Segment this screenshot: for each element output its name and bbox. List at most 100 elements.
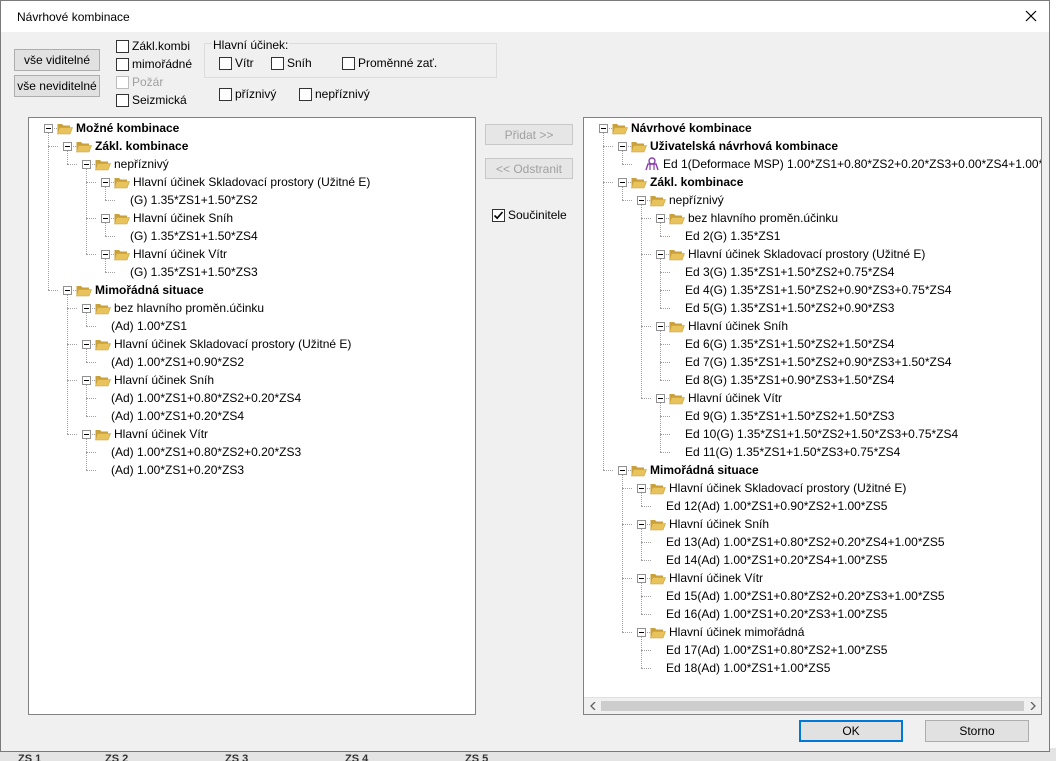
mimoradne-checkbox[interactable]: mimořádné xyxy=(116,57,192,71)
checkbox-box[interactable] xyxy=(492,208,505,222)
checkbox-box[interactable] xyxy=(116,39,129,53)
remove-button[interactable]: << Odstranit xyxy=(485,158,573,179)
tree-combination-node[interactable]: Ed 1(Deformace MSP) 1.00*ZS1+0.80*ZS2+0.… xyxy=(644,155,1041,173)
tree-folder-node[interactable]: Návrhové kombinace xyxy=(612,119,752,137)
priznivy-checkbox[interactable]: příznivý xyxy=(219,87,276,101)
soucinitele-checkbox[interactable]: Součinitele xyxy=(492,208,567,222)
tree-combination-node[interactable]: (Ad) 1.00*ZS1+0.80*ZS2+0.20*ZS3 xyxy=(108,443,301,461)
tree-collapse-icon[interactable] xyxy=(82,376,91,385)
checkbox-box[interactable] xyxy=(219,87,232,101)
horizontal-scrollbar[interactable] xyxy=(584,697,1041,714)
tree-collapse-icon[interactable] xyxy=(656,394,665,403)
tree-folder-node[interactable]: Hlavní účinek Sníh xyxy=(650,515,769,533)
cancel-button[interactable]: Storno xyxy=(925,720,1029,742)
tree-folder-node[interactable]: Hlavní účinek mimořádná xyxy=(650,623,804,641)
checkbox-box[interactable] xyxy=(116,93,129,107)
tree-folder-node[interactable]: Hlavní účinek Sníh xyxy=(669,317,788,335)
tree-combination-node[interactable]: Ed 12(Ad) 1.00*ZS1+0.90*ZS2+1.00*ZS5 xyxy=(663,497,887,515)
tree-collapse-icon[interactable] xyxy=(82,340,91,349)
vitr-checkbox[interactable]: Vítr xyxy=(219,56,254,70)
tree-collapse-icon[interactable] xyxy=(101,178,110,187)
tree-collapse-icon[interactable] xyxy=(637,520,646,529)
tree-combination-node[interactable]: (G) 1.35*ZS1+1.50*ZS3 xyxy=(127,263,258,281)
tree-collapse-icon[interactable] xyxy=(618,178,627,187)
hide-all-button[interactable]: vše neviditelné xyxy=(14,75,100,97)
tree-combination-node[interactable]: (Ad) 1.00*ZS1 xyxy=(108,317,187,335)
tree-folder-node[interactable]: Hlavní účinek Skladovací prostory (Užitn… xyxy=(669,245,925,263)
zakl-kombi-checkbox[interactable]: Zákl.kombi xyxy=(116,39,190,53)
tree-folder-node[interactable]: Hlavní účinek Vítr xyxy=(669,389,782,407)
tree-folder-node[interactable]: nepříznivý xyxy=(650,191,724,209)
tree-combination-node[interactable]: Ed 15(Ad) 1.00*ZS1+0.80*ZS2+0.20*ZS3+1.0… xyxy=(663,587,945,605)
promenne-checkbox[interactable]: Proměnné zať. xyxy=(342,56,437,70)
tree-folder-node[interactable]: Hlavní účinek Vítr xyxy=(114,245,227,263)
tree-collapse-icon[interactable] xyxy=(656,214,665,223)
tree-collapse-icon[interactable] xyxy=(101,214,110,223)
tree-combination-node[interactable]: (Ad) 1.00*ZS1+0.80*ZS2+0.20*ZS4 xyxy=(108,389,301,407)
tree-folder-node[interactable]: Uživatelská návrhová kombinace xyxy=(631,137,838,155)
tree-combination-node[interactable]: (G) 1.35*ZS1+1.50*ZS4 xyxy=(127,227,258,245)
tree-collapse-icon[interactable] xyxy=(637,196,646,205)
tree-combination-node[interactable]: (Ad) 1.00*ZS1+0.90*ZS2 xyxy=(108,353,244,371)
tree-collapse-icon[interactable] xyxy=(63,286,72,295)
add-button[interactable]: Přidat >> xyxy=(485,124,573,145)
tree-collapse-icon[interactable] xyxy=(82,430,91,439)
tree-folder-node[interactable]: Hlavní účinek Sníh xyxy=(114,209,233,227)
tree-collapse-icon[interactable] xyxy=(44,124,53,133)
tree-combination-node[interactable]: Ed 5(G) 1.35*ZS1+1.50*ZS2+0.90*ZS3 xyxy=(682,299,894,317)
tree-collapse-icon[interactable] xyxy=(618,142,627,151)
tree-combination-node[interactable]: Ed 14(Ad) 1.00*ZS1+0.20*ZS4+1.00*ZS5 xyxy=(663,551,887,569)
tree-combination-node[interactable]: Ed 6(G) 1.35*ZS1+1.50*ZS2+1.50*ZS4 xyxy=(682,335,894,353)
tree-combination-node[interactable]: Ed 4(G) 1.35*ZS1+1.50*ZS2+0.90*ZS3+0.75*… xyxy=(682,281,952,299)
nepriznivy-checkbox[interactable]: nepříznivý xyxy=(299,87,370,101)
scrollbar-thumb[interactable] xyxy=(601,701,1024,711)
possible-combinations-tree[interactable]: Možné kombinace Zákl. kombinace nepřízni… xyxy=(28,117,476,715)
scroll-right-icon[interactable] xyxy=(1024,698,1041,714)
scroll-left-icon[interactable] xyxy=(584,698,601,714)
tree-combination-node[interactable]: Ed 16(Ad) 1.00*ZS1+0.20*ZS3+1.00*ZS5 xyxy=(663,605,887,623)
tree-combination-node[interactable]: Ed 10(G) 1.35*ZS1+1.50*ZS2+1.50*ZS3+0.75… xyxy=(682,425,958,443)
tree-collapse-icon[interactable] xyxy=(599,124,608,133)
checkbox-box[interactable] xyxy=(219,56,232,70)
tree-folder-node[interactable]: bez hlavního proměn.účinku xyxy=(669,209,838,227)
tree-collapse-icon[interactable] xyxy=(656,322,665,331)
snih-checkbox[interactable]: Sníh xyxy=(271,56,312,70)
checkbox-box[interactable] xyxy=(116,57,129,71)
tree-folder-node[interactable]: Zákl. kombinace xyxy=(631,173,743,191)
tree-collapse-icon[interactable] xyxy=(101,250,110,259)
tree-folder-node[interactable]: Mimořádná situace xyxy=(76,281,204,299)
tree-combination-node[interactable]: Ed 2(G) 1.35*ZS1 xyxy=(682,227,780,245)
tree-combination-node[interactable]: Ed 17(Ad) 1.00*ZS1+0.80*ZS2+1.00*ZS5 xyxy=(663,641,887,659)
tree-combination-node[interactable]: Ed 7(G) 1.35*ZS1+1.50*ZS2+0.90*ZS3+1.50*… xyxy=(682,353,952,371)
tree-combination-node[interactable]: (Ad) 1.00*ZS1+0.20*ZS3 xyxy=(108,461,244,479)
design-combinations-tree[interactable]: Návrhové kombinace Uživatelská návrhová … xyxy=(583,117,1042,715)
tree-collapse-icon[interactable] xyxy=(637,574,646,583)
tree-combination-node[interactable]: Ed 9(G) 1.35*ZS1+1.50*ZS2+1.50*ZS3 xyxy=(682,407,894,425)
tree-collapse-icon[interactable] xyxy=(656,250,665,259)
tree-folder-node[interactable]: nepříznivý xyxy=(95,155,169,173)
seizmicka-checkbox[interactable]: Seizmická xyxy=(116,93,187,107)
tree-folder-node[interactable]: Hlavní účinek Sníh xyxy=(95,371,214,389)
tree-collapse-icon[interactable] xyxy=(637,628,646,637)
tree-folder-node[interactable]: Možné kombinace xyxy=(57,119,179,137)
tree-combination-node[interactable]: Ed 3(G) 1.35*ZS1+1.50*ZS2+0.75*ZS4 xyxy=(682,263,894,281)
tree-combination-node[interactable]: Ed 18(Ad) 1.00*ZS1+1.00*ZS5 xyxy=(663,659,830,677)
tree-folder-node[interactable]: Hlavní účinek Vítr xyxy=(95,425,208,443)
tree-collapse-icon[interactable] xyxy=(82,304,91,313)
close-button[interactable] xyxy=(1019,5,1043,27)
tree-collapse-icon[interactable] xyxy=(618,466,627,475)
tree-folder-node[interactable]: Hlavní účinek Skladovací prostory (Užitn… xyxy=(650,479,906,497)
tree-combination-node[interactable]: Ed 8(G) 1.35*ZS1+0.90*ZS3+1.50*ZS4 xyxy=(682,371,894,389)
checkbox-box[interactable] xyxy=(299,87,312,101)
tree-collapse-icon[interactable] xyxy=(63,142,72,151)
tree-combination-node[interactable]: Ed 11(G) 1.35*ZS1+1.50*ZS3+0.75*ZS4 xyxy=(682,443,900,461)
tree-folder-node[interactable]: Mimořádná situace xyxy=(631,461,759,479)
tree-collapse-icon[interactable] xyxy=(82,160,91,169)
checkbox-box[interactable] xyxy=(342,56,355,70)
tree-folder-node[interactable]: Hlavní účinek Skladovací prostory (Užitn… xyxy=(114,173,370,191)
show-all-button[interactable]: vše viditelné xyxy=(14,49,100,71)
tree-folder-node[interactable]: Hlavní účinek Vítr xyxy=(650,569,763,587)
tree-combination-node[interactable]: (G) 1.35*ZS1+1.50*ZS2 xyxy=(127,191,258,209)
checkbox-box[interactable] xyxy=(271,56,284,70)
tree-folder-node[interactable]: bez hlavního proměn.účinku xyxy=(95,299,264,317)
